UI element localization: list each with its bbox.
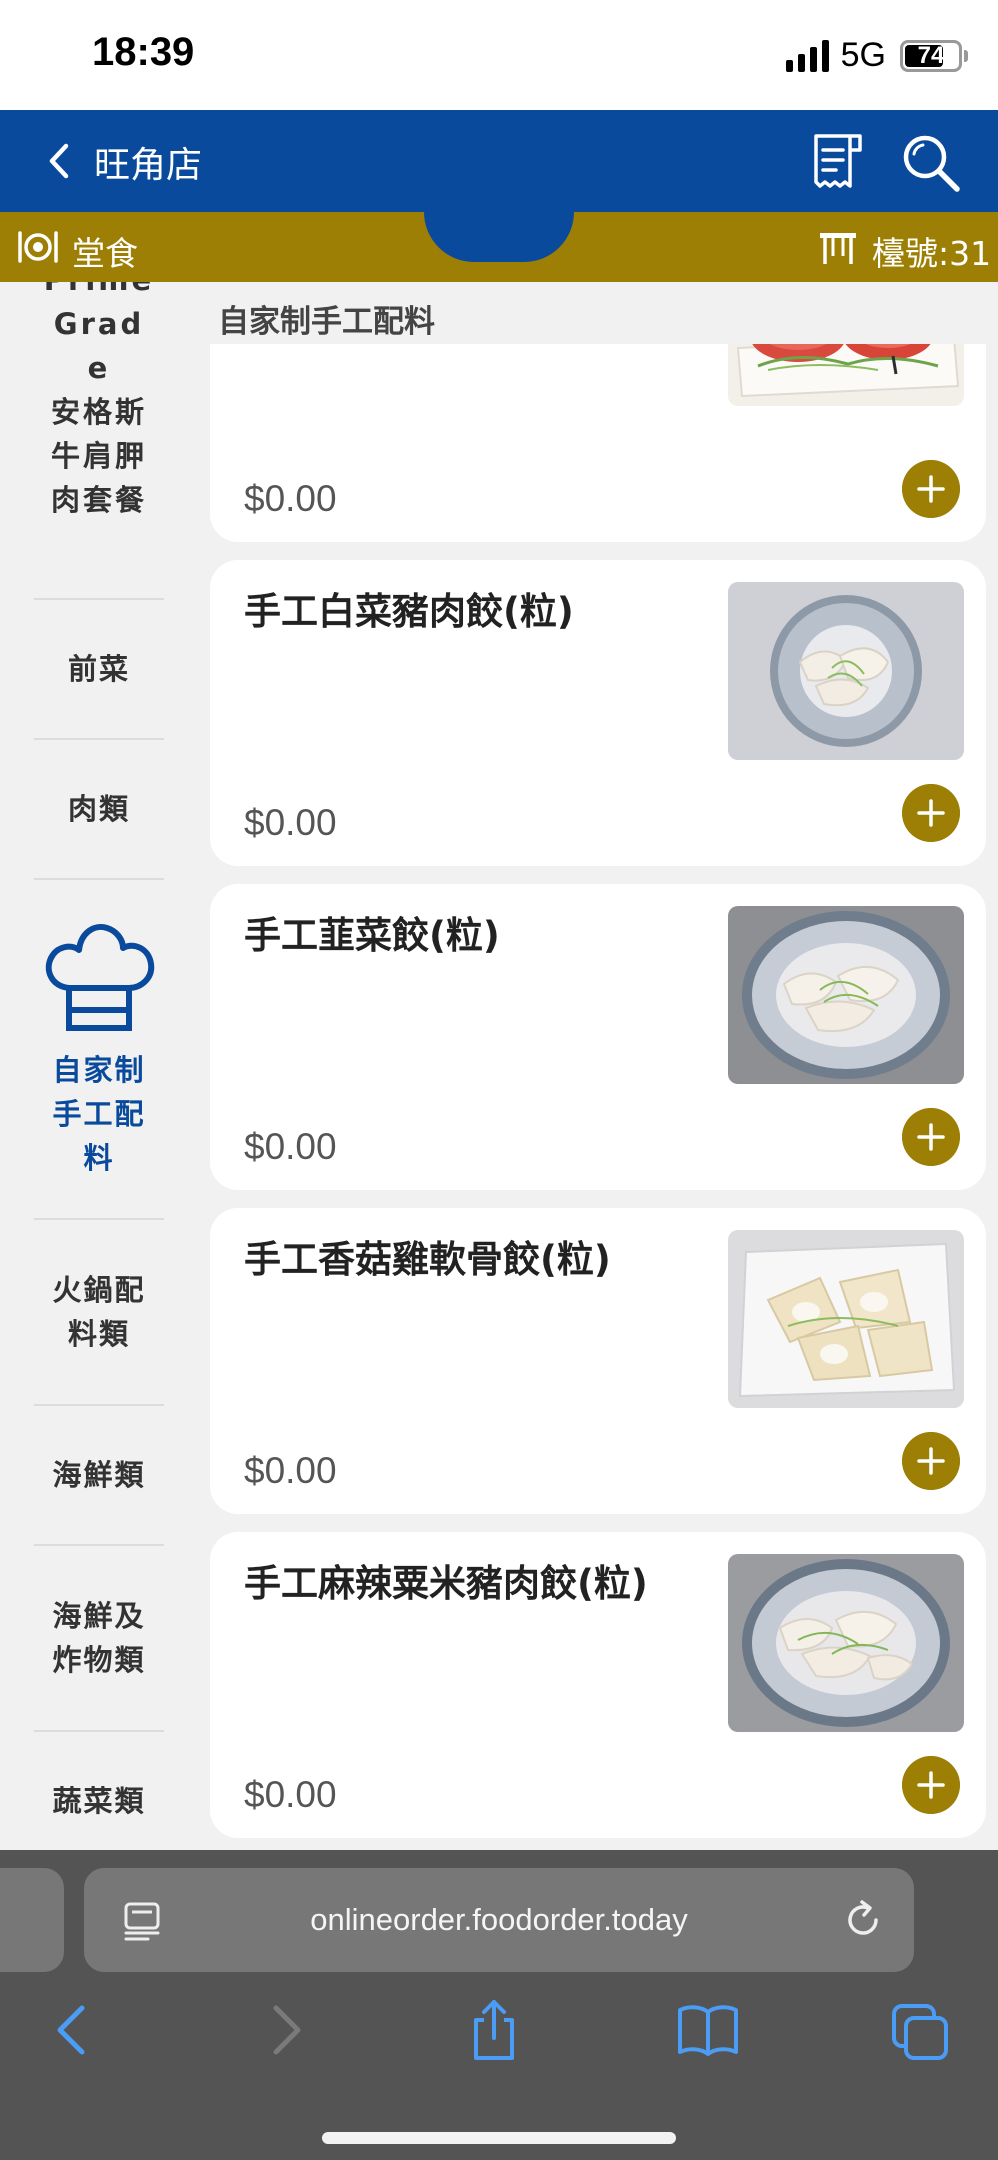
sidebar-item-seafood-fried[interactable]: 海鮮及 炸物類 [34, 1546, 164, 1730]
sidebar-item-label: 海鮮及 炸物類 [52, 1599, 146, 1677]
app-header: 旺角店 [0, 110, 998, 212]
sidebar-item-label: 蔬菜類 [52, 1784, 146, 1818]
menu-item-card[interactable]: 手工香菇雞軟骨餃(粒) $0.00 [210, 1208, 986, 1514]
status-indicators: 5G 74 [785, 36, 968, 75]
battery-icon: 74 [900, 39, 962, 72]
item-name: 手工白菜豬肉餃(粒) [244, 590, 574, 633]
search-icon[interactable] [900, 132, 962, 194]
back-icon[interactable] [42, 1998, 102, 2062]
share-icon[interactable] [464, 1998, 524, 2062]
browser-toolbar: onlineorder.foodorder.today [0, 1850, 998, 2160]
sidebar-item-prime-grade[interactable]: PrimeGrade安格斯牛肩胛肉套餐 [34, 282, 164, 518]
item-price: $0.00 [244, 1774, 337, 1815]
back-icon[interactable] [40, 140, 80, 182]
bookmarks-icon[interactable] [676, 1998, 740, 2062]
item-image-dumplings [728, 906, 964, 1084]
sidebar-item-label: 自家制 手工配料 [52, 1053, 146, 1175]
sidebar-item-meat[interactable]: 肉類 [34, 740, 164, 878]
status-bar: 18:39 5G 74 [0, 0, 998, 110]
menu-item-card[interactable]: 手工麻辣粟米豬肉餃(粒) $0.00 [210, 1532, 986, 1838]
add-to-cart-button[interactable] [902, 1108, 960, 1166]
battery-level-text: 74 [917, 41, 945, 69]
sidebar-item-hotpot[interactable]: 火鍋配 料類 [34, 1220, 164, 1404]
menu-list: $0.00 自家制手工配料 手工白菜豬肉餃(粒) $0.00 手工韮菜餃(粒) … [198, 282, 998, 1850]
dine-in-label: 堂食 [72, 234, 138, 273]
item-image-dumplings [728, 1554, 964, 1732]
sidebar-item-label: 肉類 [67, 792, 130, 826]
add-to-cart-button[interactable] [902, 784, 960, 842]
url-text: onlineorder.foodorder.today [310, 1902, 688, 1937]
add-to-cart-button[interactable] [902, 1756, 960, 1814]
item-price: $0.00 [244, 1126, 337, 1167]
sidebar-item-label: 前菜 [67, 652, 130, 686]
sidebar-item-homemade[interactable]: 自家制 手工配料 [34, 880, 164, 1218]
sidebar-item-label: 火鍋配 料類 [52, 1273, 146, 1351]
sidebar-item-label: PrimeGrade安格斯牛肩胛肉套餐 [44, 282, 151, 517]
item-price: $0.00 [244, 1450, 337, 1491]
item-name: 手工香菇雞軟骨餃(粒) [244, 1238, 611, 1281]
order-type-bar: 堂食 檯號:31 [0, 212, 998, 282]
sidebar-item-label: 海鮮類 [52, 1458, 146, 1492]
add-to-cart-button[interactable] [902, 1432, 960, 1490]
menu-item-card[interactable]: $0.00 [210, 308, 986, 542]
order-receipt-icon[interactable] [810, 132, 866, 192]
item-image-wontons [728, 1230, 964, 1408]
previous-tab-preview[interactable] [0, 1868, 64, 1972]
tabs-icon[interactable] [890, 1998, 950, 2062]
item-price: $0.00 [244, 478, 337, 519]
item-image-dumplings [728, 582, 964, 760]
network-label: 5G [840, 36, 886, 74]
menu-item-card[interactable]: 手工韮菜餃(粒) $0.00 [210, 884, 986, 1190]
battery-nub [964, 49, 968, 62]
chef-hat-icon [45, 924, 155, 1031]
browser-nav-row [0, 1998, 998, 2078]
category-sidebar: PrimeGrade安格斯牛肩胛肉套餐 前菜 肉類 自家制手工配料 火鍋配料類 … [0, 282, 198, 1850]
sidebar-item-vegetables[interactable]: 蔬菜類 [34, 1732, 164, 1850]
store-name: 旺角店 [94, 145, 203, 186]
item-name: 手工韮菜餃(粒) [244, 914, 500, 957]
reload-icon[interactable] [842, 1898, 886, 1942]
item-name: 手工麻辣粟米豬肉餃(粒) [244, 1562, 648, 1605]
sidebar-item-appetizer[interactable]: 前菜 [34, 600, 164, 738]
item-price: $0.00 [244, 802, 337, 843]
center-tab-notch [424, 212, 574, 262]
table-number-label: 檯號:31 [872, 234, 992, 273]
home-indicator[interactable] [322, 2132, 676, 2144]
add-to-cart-button[interactable] [902, 460, 960, 518]
section-header: 自家制手工配料 [198, 282, 998, 344]
table-icon [820, 233, 856, 264]
menu-item-card[interactable]: 手工白菜豬肉餃(粒) $0.00 [210, 560, 986, 866]
signal-icon [785, 39, 829, 72]
forward-icon[interactable] [256, 1998, 316, 2062]
section-title: 自家制手工配料 [218, 304, 435, 340]
address-bar[interactable]: onlineorder.foodorder.today [84, 1868, 914, 1972]
status-time: 18:39 [92, 30, 195, 74]
sidebar-item-seafood[interactable]: 海鮮類 [34, 1406, 164, 1544]
dine-in-icon [18, 231, 58, 263]
